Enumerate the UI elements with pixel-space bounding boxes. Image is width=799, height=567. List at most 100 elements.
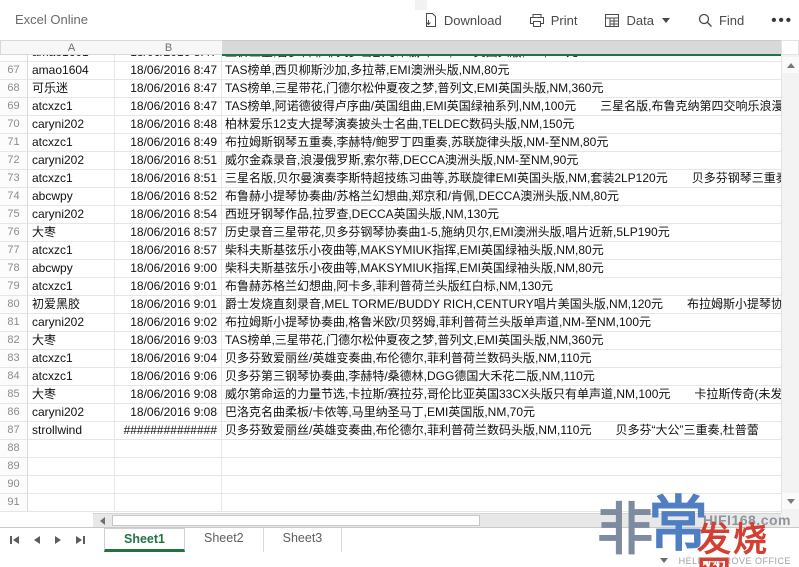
row-number[interactable]: 75 [0, 206, 28, 224]
row-number[interactable]: 80 [0, 296, 28, 314]
cell-col-c[interactable]: 贝多芬致爱丽丝/英雄变奏曲,布伦德尔,菲利普荷兰数码头版,NM,110元 [222, 350, 781, 368]
cell-col-a[interactable]: 大枣 [28, 386, 115, 404]
cell-col-b[interactable] [115, 458, 222, 476]
cell-col-c[interactable]: 布鲁赫小提琴协奏曲/苏格兰幻想曲,郑京和/肯佩,DECCA澳洲头版,NM,80元 [222, 188, 781, 206]
cell-col-c[interactable]: 布拉姆斯钢琴五重奏,李赫特/鲍罗丁四重奏,苏联旋律头版,NM-至NM,80元 [222, 134, 781, 152]
cell-col-c[interactable]: 正价三星,普罗科菲耶夫罗密欧与朱丽叶8/8,EMI美国头版,NM,110元 [222, 55, 781, 62]
cell-col-a[interactable]: atcxzc1 [28, 98, 115, 116]
cell-col-a[interactable]: abcwpy [28, 188, 115, 206]
cell-col-b[interactable]: 18/06/2016 9:04 [115, 350, 222, 368]
tab-sheet1[interactable]: Sheet1 [104, 528, 185, 552]
cell-col-b[interactable]: 18/06/2016 8:51 [115, 170, 222, 188]
row-number[interactable]: 85 [0, 386, 28, 404]
cell-col-a[interactable]: caryni202 [28, 152, 115, 170]
row-number[interactable]: 87 [0, 422, 28, 440]
cell-col-a[interactable] [28, 494, 115, 512]
tab-sheet2[interactable]: Sheet2 [185, 528, 264, 552]
cell-col-c[interactable] [222, 458, 781, 476]
row-number[interactable]: 81 [0, 314, 28, 332]
cell-col-b[interactable]: 18/06/2016 9:03 [115, 332, 222, 350]
chevron-down-icon[interactable] [660, 558, 668, 563]
cell-col-a[interactable]: amao1601 [28, 55, 115, 62]
scroll-left-button[interactable] [95, 514, 110, 527]
cell-col-c[interactable]: TAS榜单,西贝柳斯沙加,多拉蒂,EMI澳洲头版,NM,80元 [222, 62, 781, 80]
row-number[interactable]: 86 [0, 404, 28, 422]
cell-col-b[interactable] [115, 440, 222, 458]
row-number[interactable]: 83 [0, 350, 28, 368]
cell-col-a[interactable] [28, 440, 115, 458]
row-number[interactable]: 67 [0, 62, 28, 80]
cell-col-c[interactable]: 柴科夫斯基弦乐小夜曲等,MAKSYMIUK指挥,EMI英国绿袖头版,NM,80元 [222, 260, 781, 278]
cell-col-b[interactable]: 18/06/2016 8:52 [115, 188, 222, 206]
cell-col-b[interactable]: 18/06/2016 9:06 [115, 368, 222, 386]
data-button[interactable]: Data [604, 13, 669, 28]
cell-col-c[interactable]: TAS榜单,阿诺德彼得卢序曲/英国组曲,EMI英国绿袖系列,NM,100元 三星… [222, 98, 781, 116]
row-number[interactable]: 89 [0, 458, 28, 476]
horizontal-scroll-thumb[interactable] [112, 515, 480, 526]
cell-col-b[interactable]: 18/06/2016 8:51 [115, 152, 222, 170]
row-number[interactable]: 72 [0, 152, 28, 170]
row-number[interactable]: 78 [0, 260, 28, 278]
first-sheet-icon[interactable] [10, 536, 19, 544]
row-number[interactable]: 82 [0, 332, 28, 350]
cell-col-b[interactable]: 18/06/2016 8:57 [115, 242, 222, 260]
cell-col-a[interactable]: caryni202 [28, 404, 115, 422]
horizontal-scrollbar[interactable] [93, 513, 781, 527]
row-number[interactable]: 74 [0, 188, 28, 206]
cell-col-a[interactable]: atcxzc1 [28, 134, 115, 152]
cell-col-a[interactable]: 初爱黑胶 [28, 296, 115, 314]
cell-col-c[interactable]: TAS榜单,三星带花,门德尔松仲夏夜之梦,普列文,EMI英国头版,NM,360元 [222, 332, 781, 350]
scroll-down-button[interactable] [782, 493, 799, 509]
cell-col-c[interactable]: 柴科夫斯基弦乐小夜曲等,MAKSYMIUK指挥,EMI英国绿袖头版,NM,80元 [222, 242, 781, 260]
cell-col-b[interactable] [115, 494, 222, 512]
cell-col-c[interactable]: 三星名版,贝尔曼演奏李斯特超技练习曲等,苏联旋律EMI英国头版,NM,套装2LP… [222, 170, 781, 188]
cell-col-b[interactable]: 18/06/2016 9:08 [115, 404, 222, 422]
last-sheet-icon[interactable] [76, 536, 85, 544]
cell-col-a[interactable]: atcxzc1 [28, 170, 115, 188]
cell-col-c[interactable]: 布拉姆斯小提琴协奏曲,格鲁米欧/贝努姆,菲利普荷兰头版单声道,NM-至NM,10… [222, 314, 781, 332]
cell-col-a[interactable]: abcwpy [28, 260, 115, 278]
cell-col-b[interactable]: 18/06/2016 9:00 [115, 260, 222, 278]
row-number[interactable]: 76 [0, 224, 28, 242]
column-header-c-selected[interactable] [222, 40, 782, 55]
cell-col-a[interactable]: strollwind [28, 422, 115, 440]
cell-col-b[interactable]: 18/06/2016 8:49 [115, 134, 222, 152]
cell-col-b[interactable]: 18/06/2016 8:48 [115, 116, 222, 134]
cell-col-b[interactable]: 18/06/2016 8:47 [115, 62, 222, 80]
row-number[interactable]: 69 [0, 98, 28, 116]
row-number[interactable]: 71 [0, 134, 28, 152]
select-all-corner[interactable] [0, 40, 29, 55]
cell-col-c[interactable]: 威尔第命运的力量节选,卡拉斯/赛拉芬,哥伦比亚英国33CX头版只有单声道,NM,… [222, 386, 781, 404]
cell-col-c[interactable]: 布鲁赫苏格兰幻想曲,阿卡多,菲利普荷兰头版红白标,NM,130元 [222, 278, 781, 296]
cell-col-c[interactable]: 爵士发烧直刻录音,MEL TORME/BUDDY RICH,CENTURY唱片美… [222, 296, 781, 314]
cell-col-b[interactable]: 18/06/2016 8:47 [115, 55, 222, 62]
cell-col-b[interactable]: 18/06/2016 8:47 [115, 80, 222, 98]
cell-col-a[interactable]: atcxzc1 [28, 278, 115, 296]
column-header-b[interactable]: B [115, 40, 223, 55]
cell-col-a[interactable]: atcxzc1 [28, 368, 115, 386]
cell-col-c[interactable] [222, 476, 781, 494]
cell-col-c[interactable]: 贝多芬第三钢琴协奏曲,李赫特/桑德林,DGG德国大禾花二版,NM,110元 [222, 368, 781, 386]
cell-col-c[interactable]: 西班牙钢琴作品,拉罗查,DECCA英国头版,NM,130元 [222, 206, 781, 224]
cell-col-b[interactable]: ############## [115, 422, 222, 440]
cell-col-b[interactable]: 18/06/2016 8:57 [115, 224, 222, 242]
cell-col-b[interactable] [115, 476, 222, 494]
cell-col-a[interactable]: atcxzc1 [28, 242, 115, 260]
cell-col-c[interactable]: 贝多芬致爱丽丝/英雄变奏曲,布伦德尔,菲利普荷兰数码头版,NM,110元 贝多芬… [222, 422, 781, 440]
cell-col-a[interactable] [28, 476, 115, 494]
row-number[interactable]: 79 [0, 278, 28, 296]
cell-col-b[interactable]: 18/06/2016 9:01 [115, 278, 222, 296]
vertical-scrollbar[interactable] [781, 55, 799, 513]
tab-sheet3[interactable]: Sheet3 [264, 528, 343, 552]
cell-col-c[interactable]: 历史录音三星带花,贝多芬钢琴协奏曲1-5,施纳贝尔,EMI澳洲头版,唱片近新,5… [222, 224, 781, 242]
cell-col-c[interactable]: 巴洛克名曲柔板/卡侬等,马里纳圣马丁,EMI英国版,NM,70元 [222, 404, 781, 422]
cell-col-c[interactable]: 柏林爱乐12支大提琴演奏披头士名曲,TELDEC数码头版,NM,150元 [222, 116, 781, 134]
cell-col-a[interactable] [28, 458, 115, 476]
cell-col-c[interactable]: TAS榜单,三星带花,门德尔松仲夏夜之梦,普列文,EMI英国头版,NM,360元 [222, 80, 781, 98]
cell-col-b[interactable]: 18/06/2016 9:08 [115, 386, 222, 404]
row-number[interactable]: 73 [0, 170, 28, 188]
cell-col-a[interactable]: 可乐迷 [28, 80, 115, 98]
find-button[interactable]: Find [697, 12, 744, 28]
row-number[interactable]: 70 [0, 116, 28, 134]
row-number[interactable]: 90 [0, 476, 28, 494]
